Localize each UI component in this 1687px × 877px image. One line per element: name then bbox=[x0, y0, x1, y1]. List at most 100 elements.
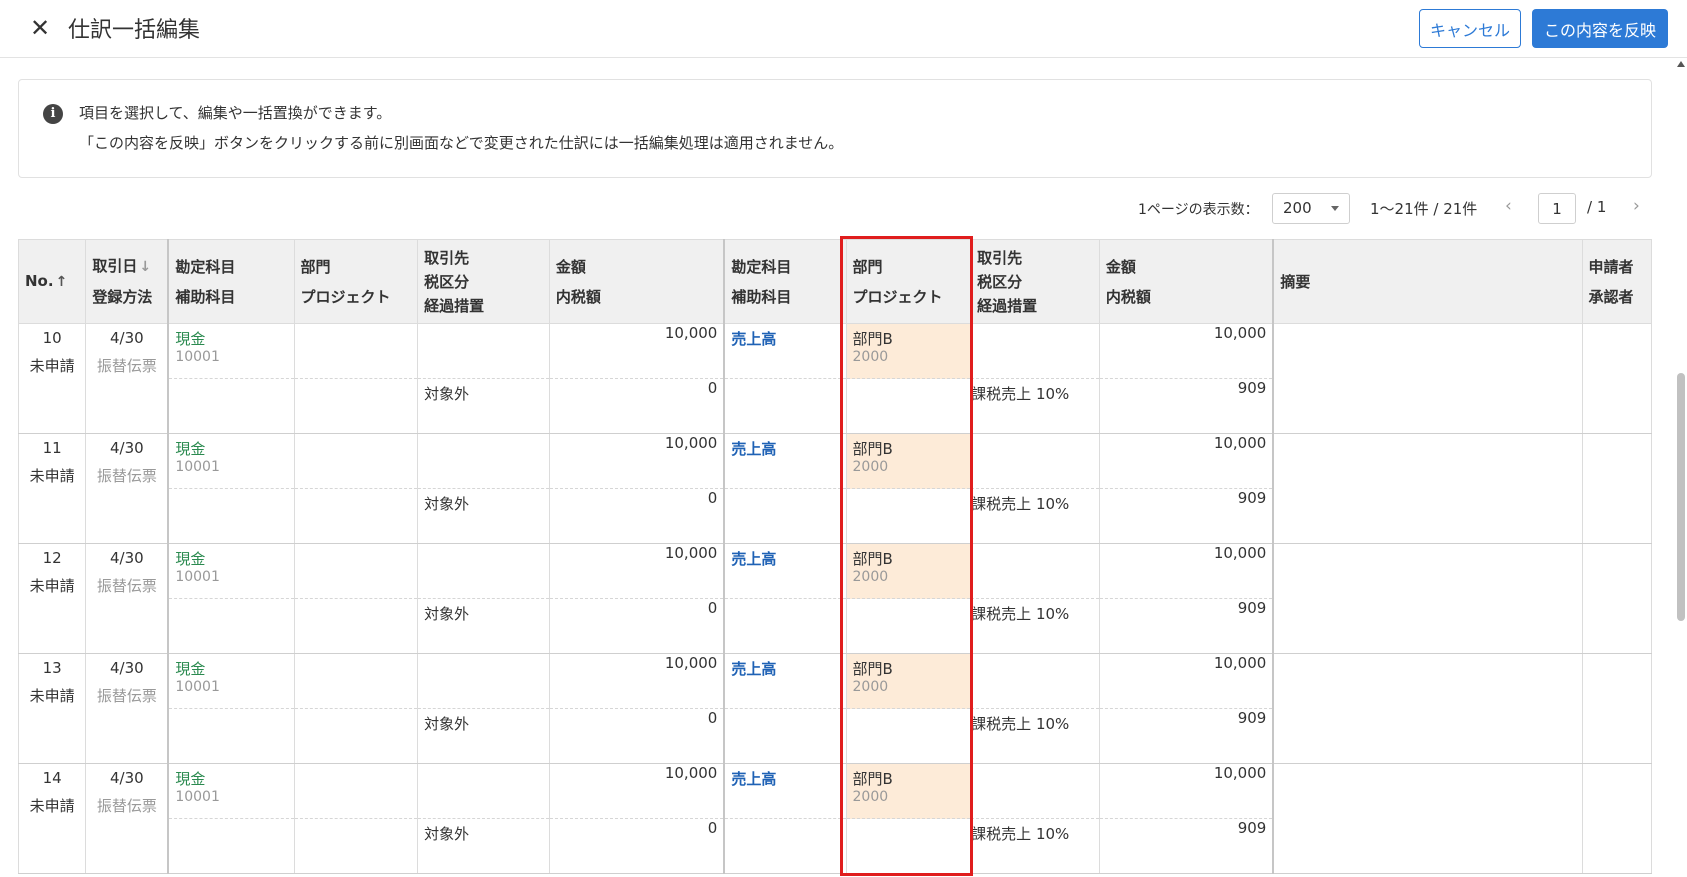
debit-account-cell[interactable]: 現金 10001 bbox=[167, 323, 295, 379]
debit-sub-cell[interactable] bbox=[167, 818, 295, 874]
close-icon[interactable]: ✕ bbox=[26, 14, 54, 42]
row-date-cell[interactable]: 4/30 振替伝票 bbox=[85, 323, 169, 434]
debit-amount-cell[interactable]: 10,000 bbox=[548, 433, 725, 489]
credit-account-cell[interactable]: 売上高 bbox=[723, 653, 847, 709]
applicant-cell[interactable] bbox=[1581, 323, 1653, 434]
col-memo[interactable]: 摘要 bbox=[1272, 239, 1583, 324]
row-date-cell[interactable]: 4/30 振替伝票 bbox=[85, 433, 169, 544]
credit-sub-cell[interactable] bbox=[723, 488, 847, 544]
credit-tax-cell[interactable]: 課税売上 10% bbox=[970, 488, 1100, 544]
col-date-method[interactable]: 取引日 ↓ 登録方法 bbox=[85, 239, 169, 324]
debit-tax-cell[interactable]: 対象外 bbox=[417, 488, 550, 544]
memo-cell[interactable] bbox=[1272, 323, 1583, 434]
credit-project-cell[interactable] bbox=[845, 708, 972, 764]
debit-partner-cell[interactable] bbox=[417, 433, 550, 489]
debit-dept-cell[interactable] bbox=[293, 323, 419, 379]
apply-button[interactable]: この内容を反映 bbox=[1532, 9, 1668, 48]
memo-cell[interactable] bbox=[1272, 543, 1583, 654]
debit-tax-cell[interactable]: 対象外 bbox=[417, 598, 550, 654]
debit-amount-cell[interactable]: 10,000 bbox=[548, 763, 725, 819]
credit-tax-amount-cell[interactable]: 909 bbox=[1098, 488, 1274, 544]
page-number-input[interactable] bbox=[1538, 193, 1576, 224]
debit-dept-cell[interactable] bbox=[293, 433, 419, 489]
credit-account-cell[interactable]: 売上高 bbox=[723, 433, 847, 489]
debit-amount-cell[interactable]: 10,000 bbox=[548, 653, 725, 709]
row-date-cell[interactable]: 4/30 振替伝票 bbox=[85, 763, 169, 874]
debit-amount-cell[interactable]: 10,000 bbox=[548, 543, 725, 599]
credit-sub-cell[interactable] bbox=[723, 378, 847, 434]
row-no-cell[interactable]: 11 未申請 bbox=[17, 433, 87, 544]
debit-partner-cell[interactable] bbox=[417, 763, 550, 819]
table-row[interactable]: 14 未申請 4/30 振替伝票 現金 10001 10,000 売上高 部門B 2000 10,0… bbox=[17, 763, 1653, 874]
debit-account-cell[interactable]: 現金 10001 bbox=[167, 653, 295, 709]
debit-dept-cell[interactable] bbox=[293, 763, 419, 819]
credit-tax-cell[interactable]: 課税売上 10% bbox=[970, 598, 1100, 654]
col-applicant[interactable]: 申請者 承認者 bbox=[1581, 239, 1653, 324]
scrollbar-thumb[interactable] bbox=[1677, 373, 1685, 621]
credit-amount-cell[interactable]: 10,000 bbox=[1098, 543, 1274, 599]
debit-tax-amount-cell[interactable]: 0 bbox=[548, 598, 725, 654]
row-date-cell[interactable]: 4/30 振替伝票 bbox=[85, 653, 169, 764]
credit-tax-cell[interactable]: 課税売上 10% bbox=[970, 378, 1100, 434]
col-debit-amount[interactable]: 金額 内税額 bbox=[548, 239, 725, 324]
credit-project-cell[interactable] bbox=[845, 598, 972, 654]
credit-sub-cell[interactable] bbox=[723, 598, 847, 654]
debit-partner-cell[interactable] bbox=[417, 543, 550, 599]
credit-sub-cell[interactable] bbox=[723, 708, 847, 764]
memo-cell[interactable] bbox=[1272, 433, 1583, 544]
applicant-cell[interactable] bbox=[1581, 433, 1653, 544]
per-page-select[interactable]: 200 bbox=[1272, 193, 1350, 224]
col-credit-account[interactable]: 勘定科目 補助科目 bbox=[723, 239, 847, 324]
col-credit-dept[interactable]: 部門 プロジェクト bbox=[845, 239, 972, 324]
credit-amount-cell[interactable]: 10,000 bbox=[1098, 763, 1274, 819]
credit-sub-cell[interactable] bbox=[723, 818, 847, 874]
debit-sub-cell[interactable] bbox=[167, 708, 295, 764]
memo-cell[interactable] bbox=[1272, 653, 1583, 764]
credit-account-cell[interactable]: 売上高 bbox=[723, 323, 847, 379]
credit-amount-cell[interactable]: 10,000 bbox=[1098, 323, 1274, 379]
row-no-cell[interactable]: 12 未申請 bbox=[17, 543, 87, 654]
debit-sub-cell[interactable] bbox=[167, 378, 295, 434]
debit-amount-cell[interactable]: 10,000 bbox=[548, 323, 725, 379]
col-debit-account[interactable]: 勘定科目 補助科目 bbox=[167, 239, 295, 324]
debit-project-cell[interactable] bbox=[293, 378, 419, 434]
credit-partner-cell[interactable] bbox=[970, 323, 1100, 379]
debit-tax-amount-cell[interactable]: 0 bbox=[548, 488, 725, 544]
debit-partner-cell[interactable] bbox=[417, 323, 550, 379]
debit-dept-cell[interactable] bbox=[293, 543, 419, 599]
row-date-cell[interactable]: 4/30 振替伝票 bbox=[85, 543, 169, 654]
debit-project-cell[interactable] bbox=[293, 488, 419, 544]
credit-tax-cell[interactable]: 課税売上 10% bbox=[970, 708, 1100, 764]
credit-project-cell[interactable] bbox=[845, 488, 972, 544]
row-no-cell[interactable]: 13 未申請 bbox=[17, 653, 87, 764]
table-row[interactable]: 13 未申請 4/30 振替伝票 現金 10001 10,000 売上高 部門B 2000 10,0… bbox=[17, 653, 1653, 764]
credit-tax-amount-cell[interactable]: 909 bbox=[1098, 818, 1274, 874]
debit-tax-amount-cell[interactable]: 0 bbox=[548, 818, 725, 874]
chevron-left-icon[interactable]: ‹ bbox=[1505, 196, 1512, 216]
applicant-cell[interactable] bbox=[1581, 653, 1653, 764]
credit-account-cell[interactable]: 売上高 bbox=[723, 763, 847, 819]
credit-dept-cell[interactable]: 部門B 2000 bbox=[845, 763, 972, 819]
table-row[interactable]: 10 未申請 4/30 振替伝票 現金 10001 10,000 売上高 部門B 2000 10,0… bbox=[17, 323, 1653, 434]
debit-tax-cell[interactable]: 対象外 bbox=[417, 818, 550, 874]
row-no-cell[interactable]: 14 未申請 bbox=[17, 763, 87, 874]
credit-dept-cell[interactable]: 部門B 2000 bbox=[845, 433, 972, 489]
credit-amount-cell[interactable]: 10,000 bbox=[1098, 433, 1274, 489]
col-no[interactable]: No. ↑ bbox=[17, 239, 87, 324]
col-credit-amount[interactable]: 金額 内税額 bbox=[1098, 239, 1274, 324]
credit-project-cell[interactable] bbox=[845, 818, 972, 874]
credit-partner-cell[interactable] bbox=[970, 543, 1100, 599]
credit-tax-amount-cell[interactable]: 909 bbox=[1098, 378, 1274, 434]
scroll-up-icon[interactable] bbox=[1677, 61, 1685, 67]
credit-tax-amount-cell[interactable]: 909 bbox=[1098, 708, 1274, 764]
credit-project-cell[interactable] bbox=[845, 378, 972, 434]
debit-tax-cell[interactable]: 対象外 bbox=[417, 708, 550, 764]
debit-account-cell[interactable]: 現金 10001 bbox=[167, 433, 295, 489]
debit-account-cell[interactable]: 現金 10001 bbox=[167, 543, 295, 599]
credit-partner-cell[interactable] bbox=[970, 653, 1100, 709]
credit-account-cell[interactable]: 売上高 bbox=[723, 543, 847, 599]
debit-account-cell[interactable]: 現金 10001 bbox=[167, 763, 295, 819]
credit-tax-amount-cell[interactable]: 909 bbox=[1098, 598, 1274, 654]
chevron-right-icon[interactable]: › bbox=[1633, 196, 1640, 216]
table-row[interactable]: 12 未申請 4/30 振替伝票 現金 10001 10,000 売上高 部門B 2000 10,0… bbox=[17, 543, 1653, 654]
